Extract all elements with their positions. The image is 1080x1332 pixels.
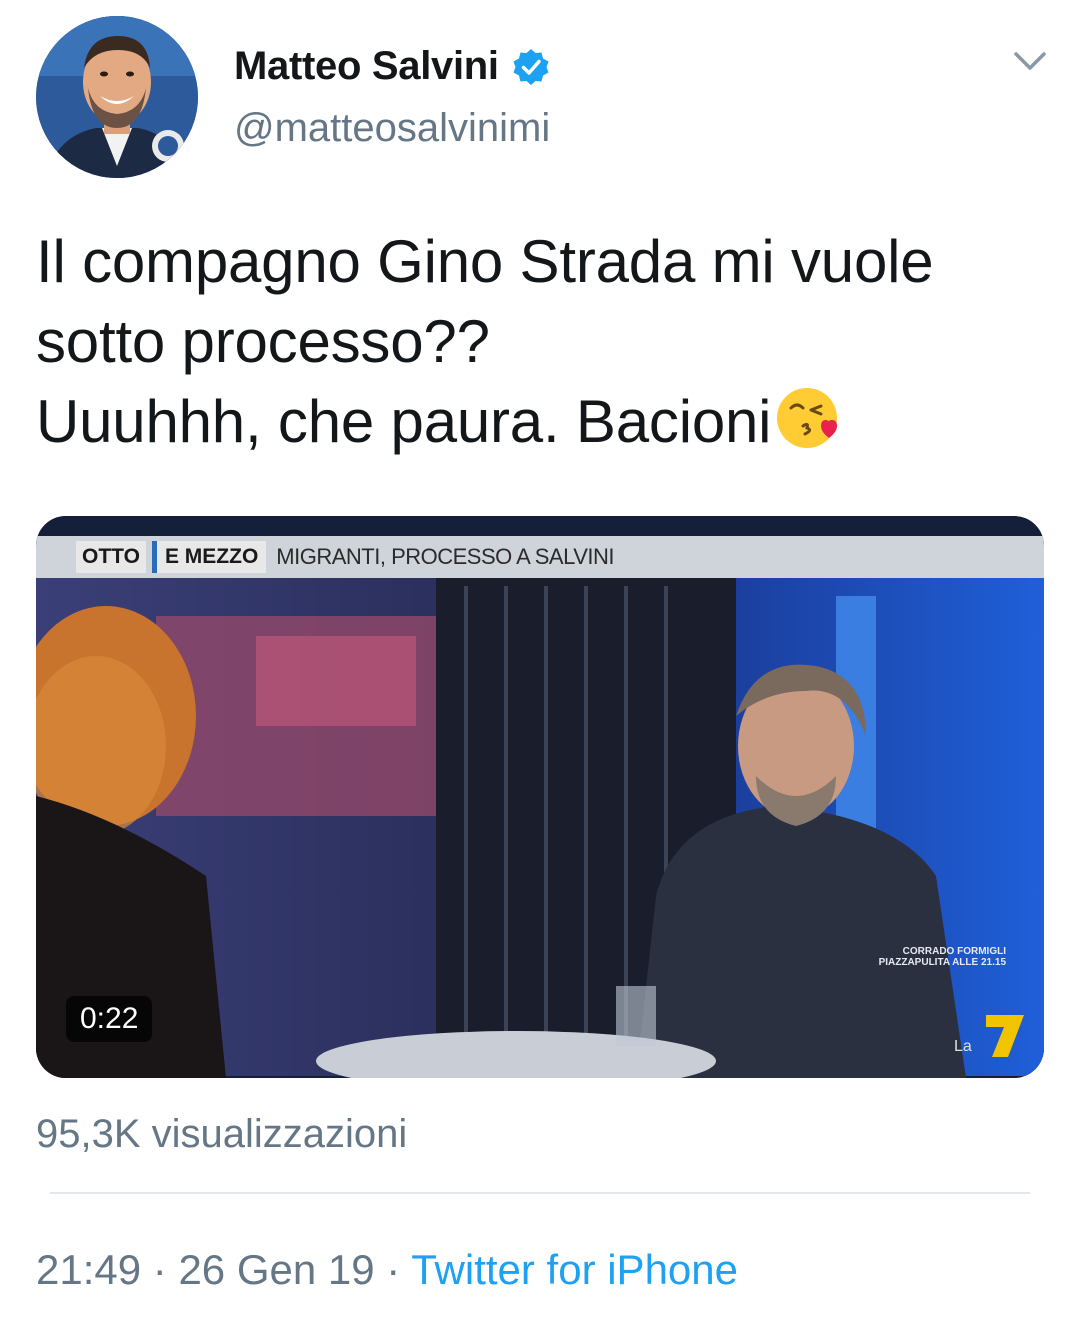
chevron-down-icon[interactable] — [1010, 46, 1050, 76]
verified-badge-icon — [513, 48, 549, 85]
divider — [50, 1192, 1030, 1194]
tv-show-name-2: E MEZZO — [151, 541, 267, 573]
tweet-text: Il compagno Gino Strada mi vuole sotto p… — [36, 222, 1046, 462]
tv-caption: CORRADO FORMIGLI PIAZZAPULITA ALLE 21.15 — [878, 946, 1006, 968]
tweet-text-line: sotto processo?? — [36, 308, 490, 375]
view-count[interactable]: 95,3K visualizzazioni — [36, 1112, 407, 1157]
tweet-meta: 21:49 · 26 Gen 19 · Twitter for iPhone — [36, 1246, 738, 1294]
tv-topic: MIGRANTI, PROCESSO A SALVINI — [276, 544, 614, 569]
meta-separator: · — [374, 1246, 412, 1293]
avatar[interactable] — [36, 16, 198, 178]
author-name-row[interactable]: Matteo Salvini — [234, 44, 551, 89]
tweet-time: 21:49 — [36, 1246, 142, 1293]
tv-show-name: OTTO — [76, 541, 146, 573]
svg-text:La: La — [954, 1038, 972, 1055]
channel-logo-icon: La — [954, 1015, 1024, 1057]
tweet-date: 26 Gen 19 — [178, 1246, 375, 1293]
tweet-text-line: Il compagno Gino Strada mi vuole — [36, 228, 934, 295]
video-thumbnail — [36, 516, 1044, 1078]
video-duration: 0:22 — [66, 996, 153, 1042]
tweet-text-line-with-emoji: Uuuhhh, che paura. Bacioni — [36, 382, 1046, 462]
tweet-text-line: Uuuhhh, che paura. Bacioni — [36, 388, 772, 455]
author-display-name[interactable]: Matteo Salvini — [234, 44, 499, 89]
profile-photo-icon — [36, 16, 198, 178]
tv-banner: OTTO E MEZZO MIGRANTI, PROCESSO A SALVIN… — [76, 540, 614, 574]
face-blowing-a-kiss-icon — [777, 388, 838, 448]
tweet-source-link[interactable]: Twitter for iPhone — [411, 1246, 738, 1293]
author-handle[interactable]: @matteosalvinimi — [234, 106, 550, 151]
video-player[interactable]: OTTO E MEZZO MIGRANTI, PROCESSO A SALVIN… — [36, 516, 1044, 1078]
meta-separator: · — [141, 1246, 179, 1293]
